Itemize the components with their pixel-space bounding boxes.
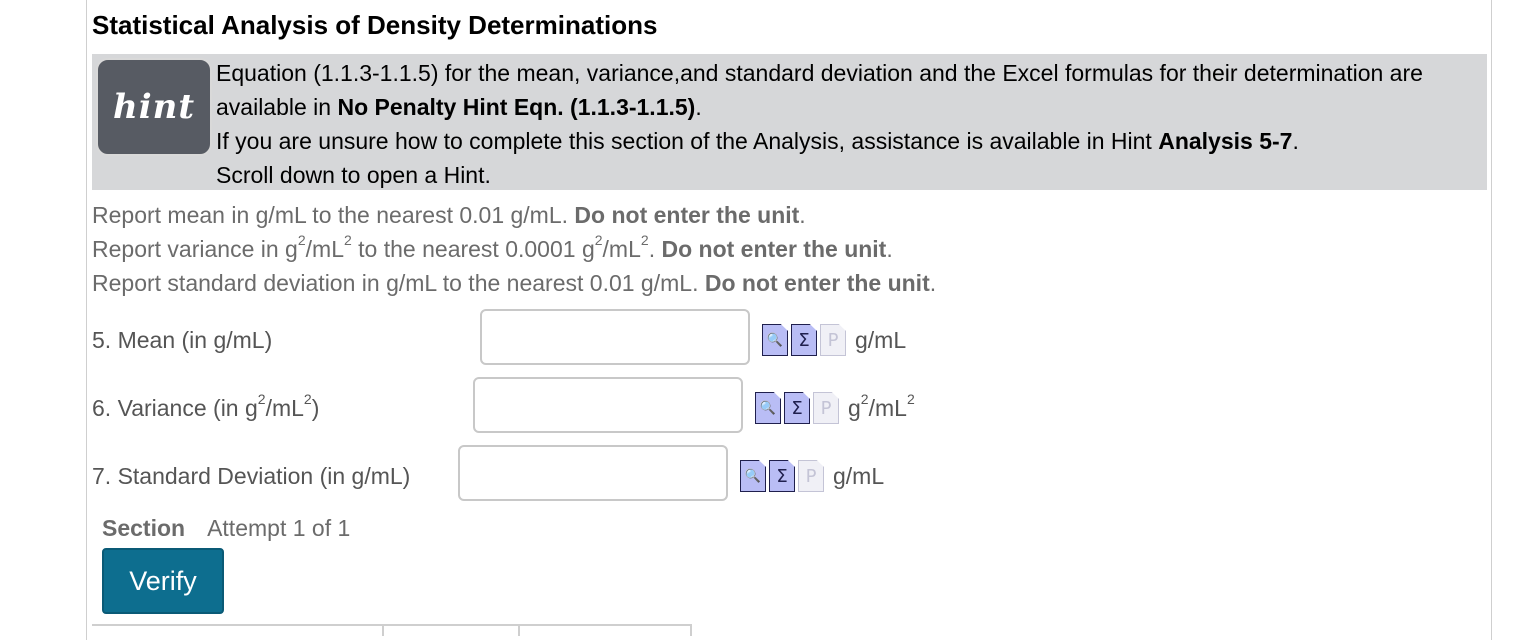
instruction-stdev-text: Report standard deviation in g/mL to the… xyxy=(92,270,705,296)
iv-p5: . xyxy=(648,236,662,262)
mean-view-glyph: 🔍 xyxy=(766,332,784,348)
vl-post: ) xyxy=(311,394,320,421)
stdev-input[interactable] xyxy=(458,445,728,501)
iv-p4: /mL xyxy=(602,236,641,262)
vl-pre: 6. Variance (in g xyxy=(92,394,258,421)
hint-line-2-end: . xyxy=(695,94,702,120)
variance-view-glyph: 🔍 xyxy=(759,400,777,416)
hint-line-1: Equation (1.1.3-1.1.5) for the mean, var… xyxy=(216,60,1423,86)
stdev-unit: g/mL xyxy=(833,462,885,489)
vl-sup1: 2 xyxy=(257,390,266,407)
hint-icon[interactable]: hint xyxy=(96,58,212,156)
vl-mid: /mL xyxy=(265,394,304,421)
vu-mid: /mL xyxy=(868,394,907,421)
instructions: Report mean in g/mL to the nearest 0.01 … xyxy=(92,198,936,300)
iv-sup2: 2 xyxy=(343,232,352,249)
stdev-sum-icon[interactable]: Σ xyxy=(769,460,795,492)
vl-sup2: 2 xyxy=(303,390,312,407)
stdev-tools: 🔍 Σ P g/mL xyxy=(740,460,884,492)
mean-label: 5. Mean (in g/mL) xyxy=(92,326,273,353)
results-table-top xyxy=(92,624,692,636)
variance-sum-icon[interactable]: Σ xyxy=(784,392,810,424)
variance-tools: 🔍 Σ P g2/mL2 xyxy=(755,392,915,424)
variance-unit: g2/mL2 xyxy=(848,392,915,422)
mean-p-glyph: P xyxy=(827,329,839,351)
iv-p1: Report variance in g xyxy=(92,236,298,262)
instruction-stdev-warning: Do not enter the unit xyxy=(704,270,930,296)
mean-p-icon: P xyxy=(820,324,846,356)
variance-label: 6. Variance (in g2/mL2) xyxy=(92,392,320,422)
iv-p3: to the nearest 0.0001 g xyxy=(351,236,595,262)
hint-line-3: If you are unsure how to complete this s… xyxy=(216,124,1481,158)
table-col-2 xyxy=(384,626,520,636)
question-variance: 6. Variance (in g2/mL2) xyxy=(92,378,319,438)
no-penalty-hint-link[interactable]: No Penalty Hint Eqn. (1.1.3-1.1.5) xyxy=(337,94,695,120)
variance-input[interactable] xyxy=(473,377,743,433)
instruction-mean: Report mean in g/mL to the nearest 0.01 … xyxy=(92,198,936,232)
hint-line-3-text: If you are unsure how to complete this s… xyxy=(216,128,1159,154)
vu-sup2: 2 xyxy=(906,390,915,407)
section-label: Section xyxy=(102,515,186,541)
stdev-label: 7. Standard Deviation (in g/mL) xyxy=(92,462,411,489)
instruction-mean-text: Report mean in g/mL to the nearest 0.01 … xyxy=(92,202,575,228)
attempt-count: Attempt 1 of 1 xyxy=(207,515,351,541)
analysis-hint-link[interactable]: Analysis 5-7 xyxy=(1158,128,1292,154)
question-mean: 5. Mean (in g/mL) xyxy=(92,310,272,370)
instruction-variance: Report variance in g2/mL2 to the nearest… xyxy=(92,232,936,266)
variance-p-glyph: P xyxy=(820,397,832,419)
instruction-mean-end: . xyxy=(799,202,806,228)
iv-end: . xyxy=(886,236,893,262)
vu-sup1: 2 xyxy=(860,390,869,407)
mean-input[interactable] xyxy=(480,309,750,365)
variance-p-icon: P xyxy=(813,392,839,424)
hint-line-2: available in No Penalty Hint Eqn. (1.1.3… xyxy=(216,90,1481,124)
variance-sum-glyph: Σ xyxy=(791,397,803,419)
hint-line-3-end: . xyxy=(1292,128,1299,154)
hint-line-4: Scroll down to open a Hint. xyxy=(216,162,491,188)
instruction-variance-warning: Do not enter the unit xyxy=(661,236,887,262)
iv-sup4: 2 xyxy=(640,232,649,249)
hint-text: Equation (1.1.3-1.1.5) for the mean, var… xyxy=(216,56,1481,192)
iv-p2: /mL xyxy=(305,236,344,262)
hint-line-2-text: available in xyxy=(216,94,338,120)
vu-pre: g xyxy=(848,394,861,421)
mean-unit: g/mL xyxy=(855,326,907,353)
iv-sup1: 2 xyxy=(297,232,306,249)
stdev-view-icon[interactable]: 🔍 xyxy=(740,460,766,492)
stdev-view-glyph: 🔍 xyxy=(744,468,762,484)
page-title: Statistical Analysis of Density Determin… xyxy=(92,10,658,40)
table-col-3 xyxy=(520,626,692,636)
mean-sum-glyph: Σ xyxy=(798,329,810,351)
verify-button[interactable]: Verify xyxy=(102,548,224,614)
stdev-p-glyph: P xyxy=(805,465,817,487)
instruction-mean-warning: Do not enter the unit xyxy=(574,202,800,228)
stdev-sum-glyph: Σ xyxy=(776,465,788,487)
mean-tools: 🔍 Σ P g/mL xyxy=(762,324,906,356)
variance-view-icon[interactable]: 🔍 xyxy=(755,392,781,424)
instruction-stdev-end: . xyxy=(929,270,937,296)
stdev-p-icon: P xyxy=(798,460,824,492)
mean-view-icon[interactable]: 🔍 xyxy=(762,324,788,356)
hint-box: hint Equation (1.1.3-1.1.5) for the mean… xyxy=(92,54,1487,190)
hint-badge-label: hint xyxy=(112,87,196,127)
instruction-stdev: Report standard deviation in g/mL to the… xyxy=(92,266,936,300)
question-stdev: 7. Standard Deviation (in g/mL) xyxy=(92,446,410,506)
section-attempts: Section Attempt 1 of 1 xyxy=(102,515,350,542)
table-col-1 xyxy=(92,626,384,636)
iv-sup3: 2 xyxy=(594,232,603,249)
mean-sum-icon[interactable]: Σ xyxy=(791,324,817,356)
